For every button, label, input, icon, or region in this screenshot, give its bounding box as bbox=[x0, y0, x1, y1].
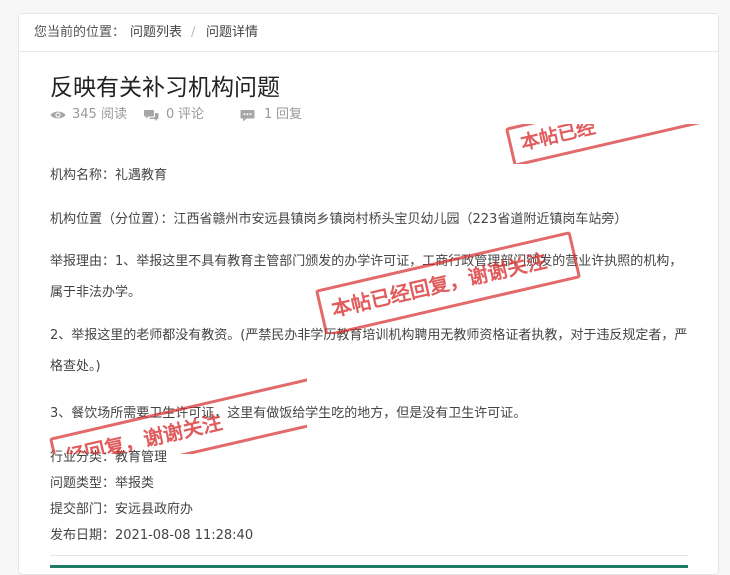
field-value: 教育管理 bbox=[115, 450, 168, 465]
field-value: 2021-08-08 11:28:40 bbox=[115, 528, 254, 543]
breadcrumb: 您当前的位置： 问题列表 / 问题详情 bbox=[19, 14, 718, 52]
breadcrumb-item-question-list[interactable]: 问题列表 bbox=[130, 14, 182, 51]
report-reason: 举报理由：1、举报这里不具有教育主管部门颁发的办学许可证，工商行政管理部门颁发的… bbox=[50, 254, 683, 300]
views-stat: 345 阅读 bbox=[50, 106, 140, 124]
divider bbox=[50, 555, 688, 556]
replies-count: 1 bbox=[264, 107, 273, 122]
report-item-3: 3、餐饮场所需要卫生许可证，这里有做饭给学生吃的地方，但是没有卫生许可证。 bbox=[50, 406, 527, 421]
reply-stamp-top: 本帖已经 bbox=[497, 124, 707, 164]
views-label: 阅读 bbox=[101, 107, 128, 122]
question-type-field: 问题类型：举报类 bbox=[50, 472, 154, 491]
views-count: 345 bbox=[72, 107, 97, 122]
comments-label: 评论 bbox=[178, 107, 205, 122]
publish-date-field: 发布日期：2021-08-08 11:28:40 bbox=[50, 524, 253, 543]
comment-bubbles-icon bbox=[144, 110, 159, 121]
replies-label: 回复 bbox=[276, 107, 303, 122]
comments-count: 0 bbox=[166, 107, 175, 122]
content-panel: 您当前的位置： 问题列表 / 问题详情 反映有关补习机构问题 345 阅读 0 … bbox=[18, 13, 719, 575]
eye-icon bbox=[50, 111, 66, 119]
page-title: 反映有关补习机构问题 bbox=[50, 75, 280, 101]
breadcrumb-item-question-detail[interactable]: 问题详情 bbox=[206, 14, 258, 51]
field-label: 行业分类： bbox=[50, 450, 116, 465]
department-field: 提交部门：安远县政府办 bbox=[50, 498, 193, 517]
field-value: 安远县政府办 bbox=[115, 502, 194, 517]
field-value: 举报类 bbox=[115, 476, 155, 491]
comments-stat[interactable]: 0 评论 bbox=[144, 106, 234, 124]
industry-field: 行业分类：教育管理 bbox=[50, 446, 167, 465]
field-label: 问题类型： bbox=[50, 476, 116, 491]
institution-location: 机构位置（分位置）：江西省赣州市安远县镇岗乡镇岗村桥头宝贝幼儿园（223省道附近… bbox=[50, 212, 628, 227]
bottom-accent-bar bbox=[50, 565, 688, 568]
report-item-2: 2、举报这里的老师都没有教资。(严禁民办非学历教育培训机构聘用无教师资格证者执教… bbox=[50, 328, 688, 374]
institution-name: 机构名称：礼遇教育 bbox=[50, 168, 168, 183]
replies-stat[interactable]: 1 回复 bbox=[240, 106, 330, 124]
reply-bubble-icon bbox=[240, 110, 255, 122]
breadcrumb-prefix: 您当前的位置： bbox=[34, 25, 126, 40]
breadcrumb-separator: / bbox=[191, 25, 196, 40]
field-label: 提交部门： bbox=[50, 502, 116, 517]
field-label: 发布日期： bbox=[50, 528, 116, 543]
